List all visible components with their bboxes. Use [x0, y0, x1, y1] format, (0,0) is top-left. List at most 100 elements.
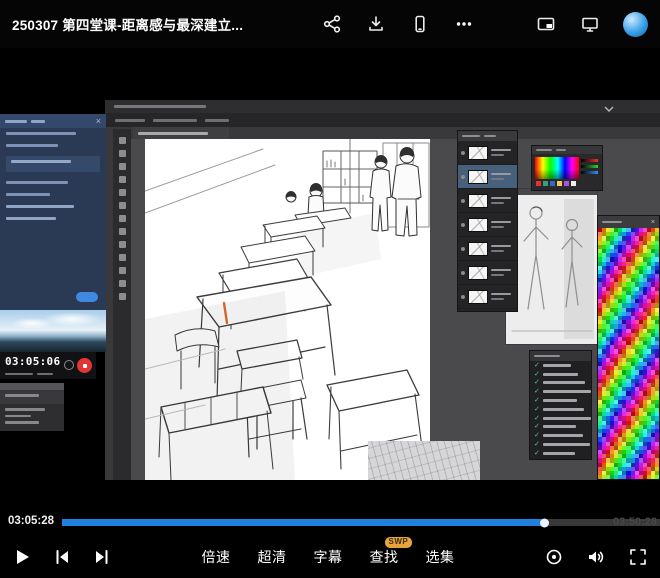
swatch-grid — [598, 228, 659, 479]
check-rows: ✓✓✓✓✓✓✓✓✓✓✓ — [530, 361, 591, 458]
next-episode-button[interactable] — [92, 547, 112, 567]
text-placeholder — [5, 373, 33, 376]
color-chip — [536, 181, 541, 186]
video-stage[interactable]: × ✓✓✓✓✓✓✓✓✓✓✓ × — [0, 48, 660, 510]
sketch-window — [368, 441, 480, 480]
text-placeholder — [6, 193, 50, 196]
quality-button[interactable]: 超清 — [258, 547, 287, 567]
color-chip — [557, 181, 562, 186]
layer-row — [458, 141, 517, 165]
progress-knob[interactable] — [540, 518, 549, 527]
layer-row — [458, 261, 517, 285]
hue-gradient — [535, 157, 579, 179]
chat-window: × — [0, 114, 106, 310]
checkbox-row: ✓ — [530, 370, 591, 379]
layers-panel-header — [458, 131, 517, 141]
find-button[interactable]: 查找 SWP — [370, 547, 399, 567]
blue-slider — [581, 171, 598, 174]
playback-controls — [12, 547, 112, 567]
progress-fill — [62, 519, 545, 526]
ps-document-tab — [133, 127, 229, 139]
swatches-panel-header: × — [598, 216, 659, 228]
ps-toolbar — [113, 129, 131, 480]
text-placeholder — [462, 135, 480, 138]
checkbox-row: ✓ — [530, 379, 591, 388]
episodes-button[interactable]: 选集 — [426, 547, 455, 567]
color-picker-panel — [531, 145, 603, 191]
play-button[interactable] — [12, 547, 32, 567]
text-placeholder — [6, 217, 56, 220]
text-placeholder — [5, 394, 39, 397]
video-player-app: 250307 第四堂课-距离感与最深建立... — [0, 0, 660, 578]
checkbox-row: ✓ — [530, 414, 591, 423]
utility-controls — [544, 547, 648, 567]
text-placeholder — [5, 421, 39, 424]
checkbox-row: ✓ — [530, 405, 591, 414]
speed-button[interactable]: 倍速 — [202, 547, 231, 567]
checkbox-row: ✓ — [530, 431, 591, 440]
color-chip — [571, 181, 576, 186]
color-chip — [550, 181, 555, 186]
ps-canvas — [145, 139, 430, 480]
settings-target-icon — [544, 547, 564, 567]
text-placeholder — [114, 105, 206, 108]
layer-options-panel: ✓✓✓✓✓✓✓✓✓✓✓ — [529, 350, 592, 460]
checkbox-row: ✓ — [530, 423, 591, 432]
progress-bar[interactable]: 03:50:28 — [62, 519, 660, 526]
classroom-lineart — [145, 139, 430, 480]
download-button[interactable] — [365, 13, 387, 35]
close-icon: × — [651, 219, 655, 226]
titlebar-actions — [321, 12, 648, 37]
text-placeholder — [5, 120, 27, 123]
layer-row — [458, 285, 517, 309]
color-chips — [536, 181, 576, 186]
text-placeholder — [5, 408, 45, 411]
titlebar: 250307 第四堂课-距离感与最深建立... — [0, 0, 660, 48]
text-placeholder — [556, 149, 566, 151]
video-frame: × ✓✓✓✓✓✓✓✓✓✓✓ × — [0, 100, 660, 480]
avatar[interactable] — [623, 12, 648, 37]
mini-panel-1 — [0, 383, 64, 404]
collapse-chevron-icon — [603, 101, 617, 112]
volume-button[interactable] — [586, 547, 606, 567]
figure-reference-sketch — [506, 195, 597, 344]
option-controls: 倍速 超清 字幕 查找 SWP 选集 — [202, 547, 455, 567]
more-button[interactable] — [453, 13, 475, 35]
subtitle-button[interactable]: 字幕 — [314, 547, 343, 567]
text-placeholder — [37, 373, 53, 376]
text-placeholder — [205, 119, 229, 122]
cast-icon — [580, 14, 600, 34]
duration: 03:50:28 — [613, 516, 657, 528]
layer-row — [458, 213, 517, 237]
text-placeholder — [536, 149, 552, 151]
more-icon — [454, 14, 474, 34]
find-label: 查找 — [370, 547, 399, 567]
layer-row — [458, 237, 517, 261]
mini-panel-2 — [0, 404, 64, 431]
danmaku-settings-button[interactable] — [544, 547, 564, 567]
layer-row — [458, 165, 517, 189]
cast-button[interactable] — [579, 13, 601, 35]
pip-icon — [536, 14, 556, 34]
color-chip — [564, 181, 569, 186]
ps-options-bar — [105, 113, 660, 127]
recorder-time: 03:05:06 — [5, 355, 60, 368]
mobile-icon — [410, 14, 430, 34]
layers-panel — [457, 130, 518, 312]
chat-card — [6, 156, 100, 172]
video-preview-thumbnail — [0, 310, 106, 352]
text-placeholder — [484, 135, 496, 138]
mobile-button[interactable] — [409, 13, 431, 35]
layer-rows — [458, 141, 517, 309]
checkbox-row: ✓ — [530, 387, 591, 396]
text-placeholder — [6, 132, 76, 135]
fullscreen-button[interactable] — [628, 547, 648, 567]
share-button[interactable] — [321, 13, 343, 35]
volume-icon — [586, 547, 606, 567]
text-placeholder — [534, 355, 560, 358]
prev-icon — [52, 547, 72, 567]
recorder-stats — [5, 373, 53, 376]
prev-episode-button[interactable] — [52, 547, 72, 567]
pip-button[interactable] — [535, 13, 557, 35]
record-stop-icon — [77, 358, 92, 373]
